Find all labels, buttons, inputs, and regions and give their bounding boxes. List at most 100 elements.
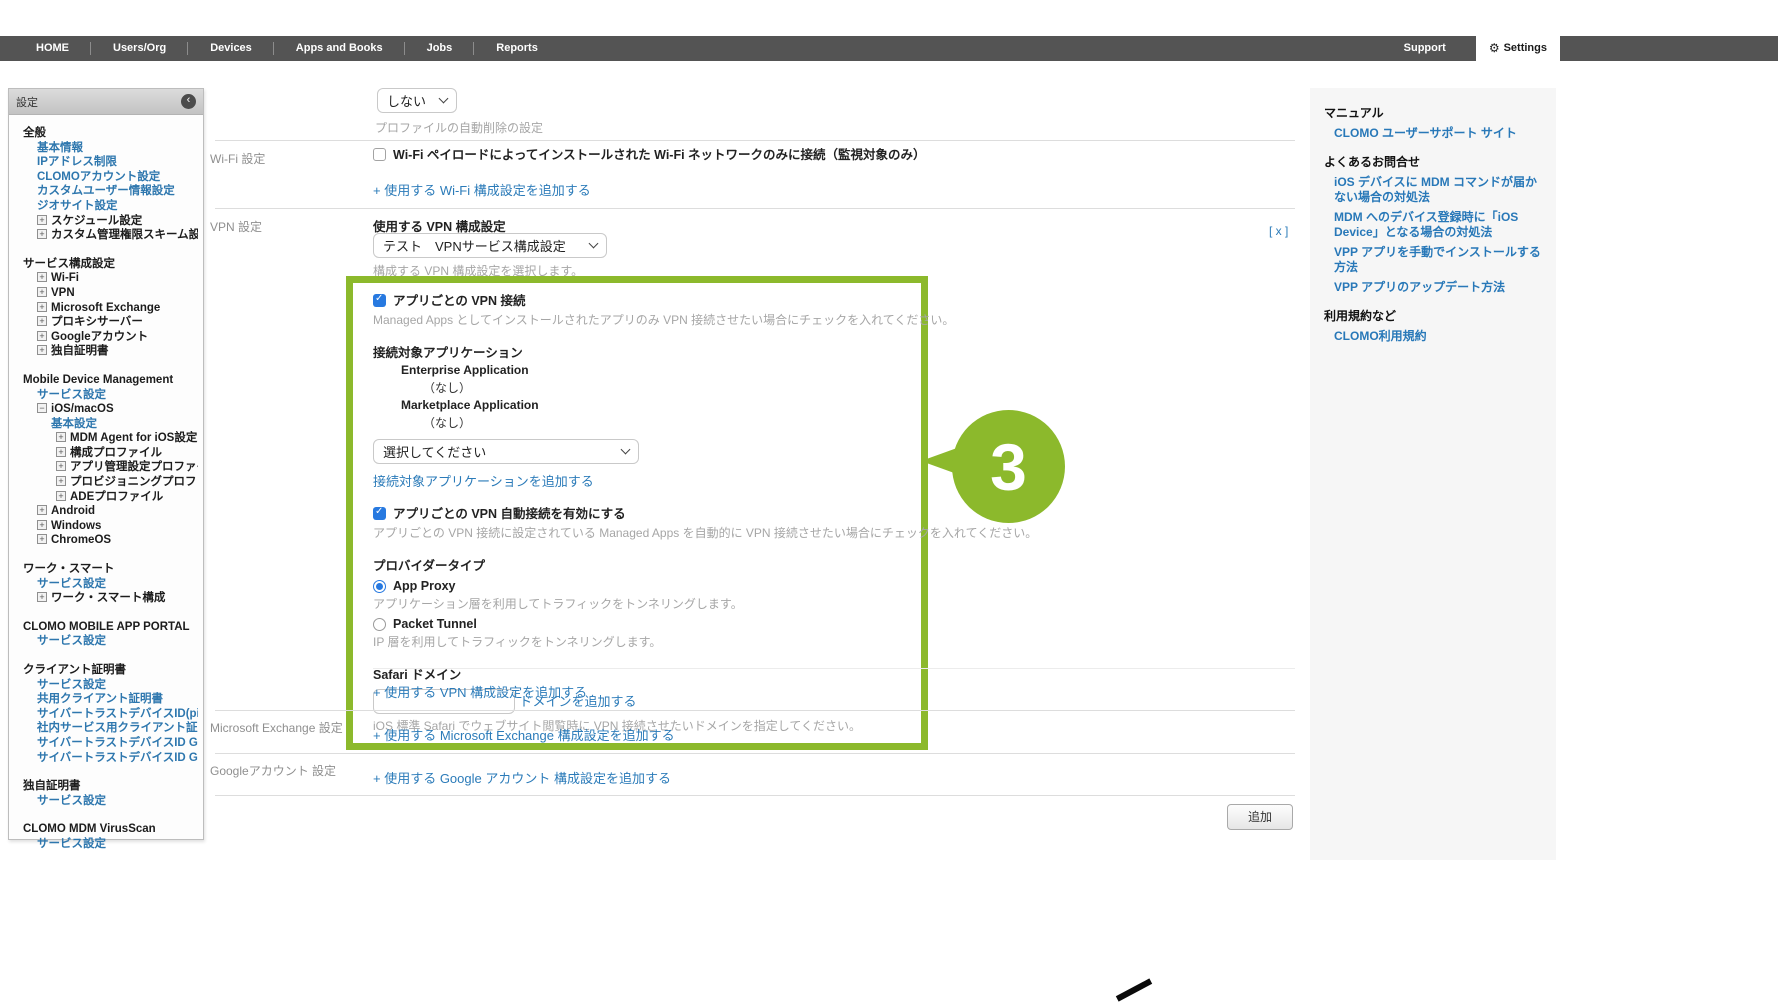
sidebar-item[interactable]: +スケジュール設定: [14, 214, 198, 229]
sidebar-item[interactable]: +Googleアカウント: [14, 330, 198, 345]
profile-autodelete-select[interactable]: しない: [377, 88, 457, 113]
sidebar-item[interactable]: サービス設定: [14, 678, 198, 693]
sidebar-item[interactable]: サービス設定: [14, 634, 198, 649]
sidebar-item[interactable]: サービス設定: [14, 794, 198, 809]
sidebar-item-label: サービス設定: [37, 389, 106, 401]
sidebar-item[interactable]: 基本設定: [14, 417, 198, 432]
nav-devices[interactable]: Devices: [188, 36, 274, 61]
help-link[interactable]: VPP アプリを手動でインストールする方法: [1324, 245, 1544, 275]
expand-icon[interactable]: +: [56, 432, 66, 442]
sidebar-item[interactable]: 基本情報: [14, 141, 198, 156]
help-link[interactable]: VPP アプリのアップデート方法: [1324, 280, 1544, 295]
nav-home[interactable]: HOME: [14, 36, 91, 61]
add-target-app-link[interactable]: 接続対象アプリケーションを追加する: [373, 471, 594, 490]
sidebar-item[interactable]: サイバートラストデバイスID G3is(...: [14, 751, 198, 766]
expand-icon[interactable]: +: [56, 447, 66, 457]
sidebar-section-title: CLOMO MDM VirusScan: [14, 822, 198, 837]
sidebar-item[interactable]: + Android: [14, 504, 198, 519]
sidebar-item[interactable]: +独自証明書: [14, 344, 198, 359]
sidebar-item[interactable]: IPアドレス制限: [14, 155, 198, 170]
sidebar-item[interactable]: カスタムユーザー情報設定: [14, 184, 198, 199]
nav-settings[interactable]: ⚙ Settings: [1476, 36, 1560, 61]
nav-apps-and-books[interactable]: Apps and Books: [274, 36, 405, 61]
expand-icon[interactable]: +: [37, 229, 47, 239]
vpn-close-link[interactable]: [ x ]: [1269, 224, 1288, 238]
sidebar-item-label: サイバートラストデバイスID G3is(...: [37, 752, 198, 764]
sidebar-item[interactable]: +ChromeOS: [14, 533, 198, 548]
add-vpn-config-link[interactable]: + 使用する VPN 構成設定を追加する: [373, 682, 587, 701]
sidebar-item[interactable]: 共用クライアント証明書: [14, 692, 198, 707]
app-proxy-radio[interactable]: [373, 580, 386, 593]
sidebar-item[interactable]: サービス設定: [14, 388, 198, 403]
sidebar-item[interactable]: +ADEプロファイル: [14, 490, 198, 505]
per-app-vpn-checkbox[interactable]: [373, 294, 386, 307]
help-link[interactable]: CLOMO ユーザーサポート サイト: [1324, 126, 1544, 141]
add-google-config-link[interactable]: + 使用する Google アカウント 構成設定を追加する: [373, 768, 671, 787]
sidebar-section-title: ワーク・スマート: [14, 562, 198, 577]
expand-icon[interactable]: +: [37, 287, 47, 297]
sidebar-item[interactable]: + プロビジョニングプロファイル: [14, 475, 198, 490]
expand-icon[interactable]: +: [37, 272, 47, 282]
expand-icon[interactable]: +: [56, 491, 66, 501]
nav-users-org[interactable]: Users/Org: [91, 36, 188, 61]
expand-icon[interactable]: +: [56, 461, 66, 471]
help-sidebar: マニュアルCLOMO ユーザーサポート サイトよくあるお問合せiOS デバイスに…: [1310, 88, 1556, 860]
safari-domain-title: Safari ドメイン: [373, 664, 907, 683]
sidebar-item-label: プロビジョニングプロファイル: [70, 476, 198, 488]
sidebar-item-label: Wi-Fi: [51, 272, 79, 284]
vpn-config-select[interactable]: テスト VPNサービス構成設定: [373, 233, 607, 258]
per-app-vpn-auto-helper: アプリごとの VPN 接続に設定されている Managed Apps を自動的に…: [373, 525, 907, 541]
expand-icon[interactable]: +: [37, 331, 47, 341]
sidebar-item[interactable]: サイバートラストデバイスID G3is...: [14, 736, 198, 751]
sidebar-item[interactable]: −iOS/macOS: [14, 402, 198, 417]
wifi-payload-checkbox[interactable]: [373, 148, 386, 161]
expand-icon[interactable]: +: [37, 520, 47, 530]
add-button[interactable]: 追加: [1227, 804, 1293, 830]
sidebar-item[interactable]: +VPN: [14, 286, 198, 301]
add-exchange-config-link[interactable]: + 使用する Microsoft Exchange 構成設定を追加する: [373, 725, 675, 744]
expand-icon[interactable]: +: [37, 345, 47, 355]
sidebar-item[interactable]: +アプリ管理設定プロファイル: [14, 460, 198, 475]
sidebar-item[interactable]: +Microsoft Exchange: [14, 301, 198, 316]
sidebar-item[interactable]: +ワーク・スマート構成: [14, 591, 198, 606]
sidebar-item[interactable]: +MDM Agent for iOS設定: [14, 431, 198, 446]
row-divider: [215, 753, 1295, 754]
nav-jobs[interactable]: Jobs: [405, 36, 475, 61]
row-divider: [215, 795, 1295, 796]
sidebar-item-label: 基本設定: [51, 418, 97, 430]
sidebar-item[interactable]: ジオサイト設定: [14, 199, 198, 214]
help-link[interactable]: CLOMO利用規約: [1324, 329, 1544, 344]
sidebar-section-title: Mobile Device Management: [14, 373, 198, 388]
nav-reports[interactable]: Reports: [474, 36, 560, 61]
sidebar-item[interactable]: サービス設定: [14, 577, 198, 592]
sidebar-item[interactable]: + Wi-Fi: [14, 271, 198, 286]
step-3-balloon: 3: [952, 410, 1065, 523]
collapse-icon[interactable]: −: [37, 403, 47, 413]
google-row-label: Googleアカウント 設定: [210, 762, 336, 779]
sidebar-item[interactable]: +プロキシサーバー: [14, 315, 198, 330]
packet-tunnel-radio[interactable]: [373, 618, 386, 631]
sidebar-item[interactable]: サイバートラストデバイスID(pilot)...: [14, 707, 198, 722]
help-link[interactable]: iOS デバイスに MDM コマンドが届かない場合の対処法: [1324, 175, 1544, 205]
expand-icon[interactable]: +: [37, 505, 47, 515]
sidebar-item-label: サービス設定: [37, 679, 106, 691]
help-link[interactable]: MDM へのデバイス登録時に「iOS Device」となる場合の対処法: [1324, 210, 1544, 240]
expand-icon[interactable]: +: [37, 302, 47, 312]
sidebar-item[interactable]: サービス設定: [14, 837, 198, 852]
nav-support[interactable]: Support: [1374, 36, 1476, 61]
expand-icon[interactable]: +: [37, 316, 47, 326]
expand-icon[interactable]: +: [37, 534, 47, 544]
sidebar-item[interactable]: 社内サービス用クライアント証明書: [14, 721, 198, 736]
sidebar-item[interactable]: CLOMOアカウント設定: [14, 170, 198, 185]
expand-icon[interactable]: +: [56, 476, 66, 486]
sidebar-item-label: Android: [51, 505, 95, 517]
sidebar-item[interactable]: +構成プロファイル: [14, 446, 198, 461]
expand-icon[interactable]: +: [37, 215, 47, 225]
sidebar-item[interactable]: +Windows: [14, 519, 198, 534]
sidebar-collapse-button[interactable]: ‹: [181, 94, 196, 109]
expand-icon[interactable]: +: [37, 592, 47, 602]
target-app-select[interactable]: 選択してください: [373, 439, 639, 464]
sidebar-item[interactable]: +カスタム管理権限スキーム設定: [14, 228, 198, 243]
add-wifi-config-link[interactable]: + 使用する Wi-Fi 構成設定を追加する: [373, 180, 591, 199]
per-app-vpn-auto-checkbox[interactable]: [373, 507, 386, 520]
